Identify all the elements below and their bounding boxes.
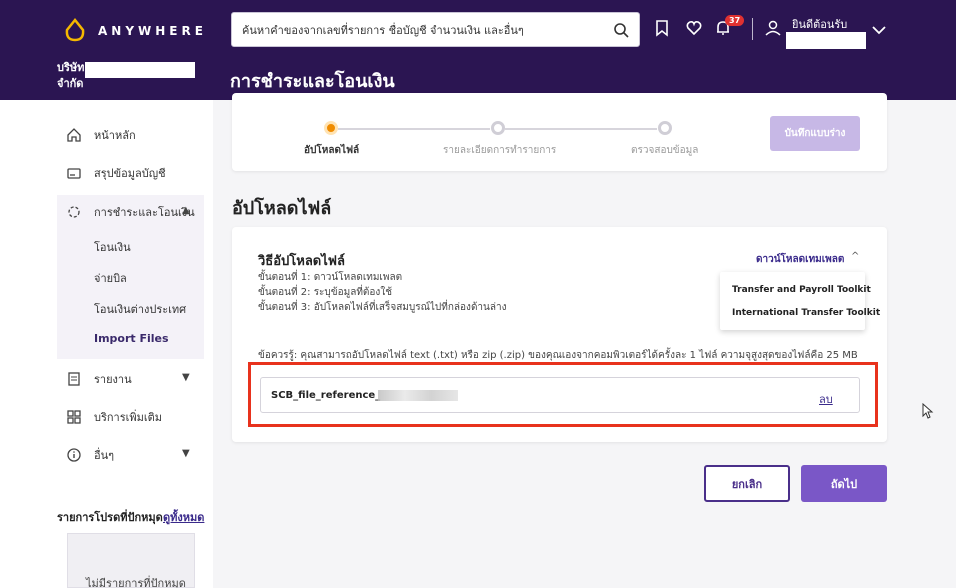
sidebar-item-home[interactable]: หน้าหลัก [66,126,136,144]
sidebar-item-label: รายงาน [94,373,132,386]
template-option-international[interactable]: International Transfer Toolkit [732,308,880,318]
account-icon [67,168,81,179]
favorites-empty-text: ไม่มีรายการที่ปักหมุด [86,577,186,588]
step-label-review: ตรวจสอบข้อมูล [631,145,699,156]
app-logo[interactable]: ANYWHERE [62,18,207,44]
chevron-down-icon[interactable]: ▼ [182,448,190,459]
notification-badge: 37 [725,15,745,26]
favorites-title: รายการโปรดที่ปักหมุด [57,511,163,524]
template-dropdown [720,272,865,330]
step-dot-active [324,121,338,135]
header-divider [752,18,753,40]
step-dot [658,121,672,135]
sidebar-item-payments[interactable]: การชำระและโอนเงิน [66,203,195,221]
uploaded-file-name: SCB_file_reference_ [271,390,381,401]
blurred-filename [378,390,458,401]
sidebar-item-account-summary[interactable]: สรุปข้อมูลบัญชี [66,164,166,182]
search-input[interactable]: ค้นหาคำของจากเลขที่รายการ ชื่อบัญชี จำนว… [242,21,613,39]
mouse-cursor-icon [922,403,934,419]
cancel-button[interactable]: ยกเลิก [704,465,790,502]
report-icon [68,372,80,386]
upload-step-1: ขั้นตอนที่ 1: ดาวน์โหลดเทมเพลต [258,272,403,283]
sidebar-item-label: สรุปข้อมูลบัญชี [94,167,166,180]
anywhere-logo-icon [65,18,85,42]
search-bar[interactable]: ค้นหาคำของจากเลขที่รายการ ชื่อบัญชี จำนว… [231,12,640,47]
step-connector [505,128,657,130]
template-option-transfer-payroll[interactable]: Transfer and Payroll Toolkit [732,285,871,295]
sidebar-subitem-bill-pay[interactable]: จ่ายบิล [94,269,127,287]
company-prefix: บริษัท [57,61,85,74]
sidebar-subitem-international[interactable]: โอนเงินต่างประเทศ [94,300,186,318]
save-draft-button[interactable]: บันทึกแบบร่าง [770,116,860,151]
upload-note: ข้อควรรู้: คุณสามารถอัปโหลดไฟล์ text (.t… [258,350,858,361]
info-icon [67,448,81,462]
upload-method-title: วิธีอัปโหลดไฟล์ [258,254,345,269]
sidebar-item-services[interactable]: บริการเพิ่มเติม [66,408,162,426]
heart-icon[interactable] [685,19,705,39]
company-suffix: จำกัด [57,77,84,90]
logo-text: ANYWHERE [98,24,207,38]
sidebar-subitem-import-files[interactable]: Import Files [94,332,169,345]
step-connector [338,128,490,130]
welcome-text: ยินดีต้อนรับ [792,18,848,31]
step-label-details: รายละเอียดการทำรายการ [443,145,557,156]
chevron-up-icon[interactable]: ^ [851,251,859,262]
sidebar-subitem-transfer[interactable]: โอนเงิน [94,238,131,256]
step-dot [491,121,505,135]
sidebar-item-label: หน้าหลัก [94,129,136,142]
transfer-icon [68,206,80,218]
grid-icon [67,410,81,424]
sidebar-item-label: การชำระและโอนเงิน [94,206,195,219]
chevron-down-icon[interactable] [870,21,890,41]
chevron-up-icon[interactable]: ▲ [182,205,190,216]
sidebar-item-reports[interactable]: รายงาน [66,370,132,388]
bookmark-icon[interactable] [653,19,673,39]
redacted-username [786,32,866,49]
home-icon [67,128,81,142]
redacted-company [85,62,195,78]
chevron-down-icon[interactable]: ▼ [182,372,190,383]
section-title: อัปโหลดไฟล์ [232,198,332,219]
favorites-view-all-link[interactable]: ดูทั้งหมด [163,508,204,526]
page-title: การชำระและโอนเงิน [230,71,395,92]
sidebar-item-others[interactable]: อื่นๆ [66,446,114,464]
sidebar-item-label: บริการเพิ่มเติม [94,411,163,424]
step-label-upload: อัปโหลดไฟล์ [304,145,360,156]
upload-step-3: ขั้นตอนที่ 3: อัปโหลดไฟล์ที่เสร็จสมบูรณ์… [258,302,507,313]
company-name: บริษัท จำกัด [57,60,195,92]
next-button[interactable]: ถัดไป [801,465,887,502]
download-template-link[interactable]: ดาวน์โหลดเทมเพลต [756,252,844,267]
upload-step-2: ขั้นตอนที่ 2: ระบุข้อมูลที่ต้องใช้ [258,287,392,298]
sidebar-item-label: อื่นๆ [94,449,115,462]
search-icon[interactable] [613,22,629,38]
user-icon[interactable] [764,19,784,39]
delete-file-link[interactable]: ลบ [819,390,833,408]
